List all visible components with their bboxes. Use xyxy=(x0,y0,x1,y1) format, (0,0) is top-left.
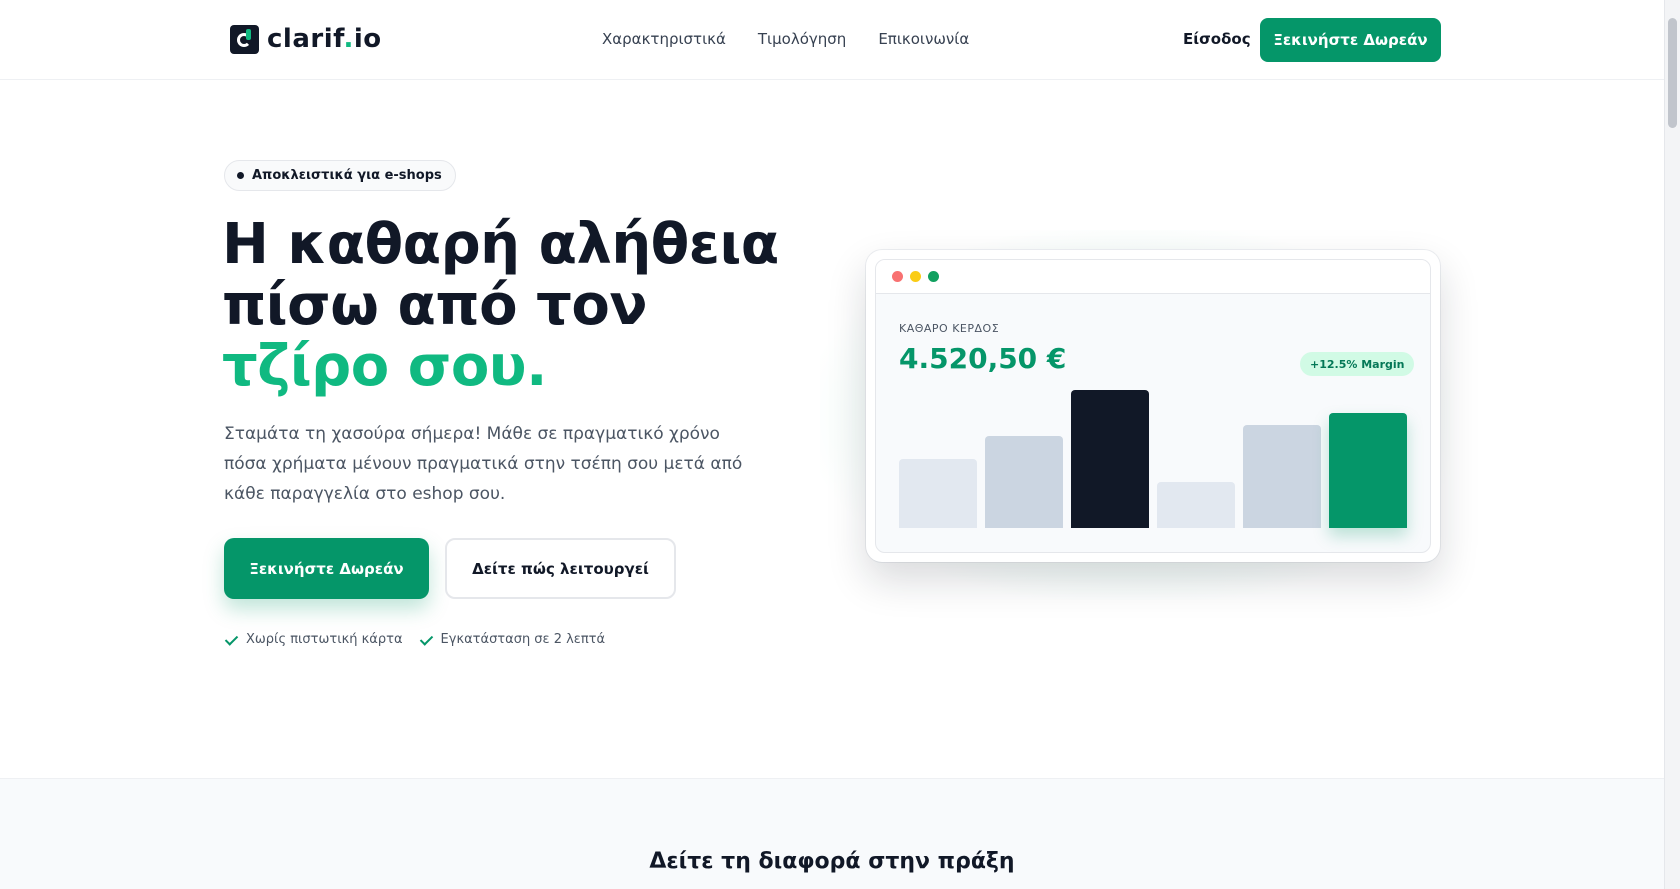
header-start-free-button[interactable]: Ξεκινήστε Δωρεάν xyxy=(1260,18,1441,62)
hero-title-line-2: πίσω από τον xyxy=(222,273,648,338)
window-minimize-dot-icon xyxy=(910,271,921,282)
nav-link-features[interactable]: Χαρακτηριστικά xyxy=(602,30,726,48)
hero-title-highlight: τζίρο σου. xyxy=(222,334,547,399)
page-scrollbar[interactable] xyxy=(1664,0,1680,889)
nav-link-contact[interactable]: Επικοινωνία xyxy=(878,30,969,48)
dashboard-preview-card: ΚΑΘΑΡΟ ΚΕΡΔΟΣ 4.520,50 € +12.5% Margin xyxy=(866,250,1440,562)
metric-label: ΚΑΘΑΡΟ ΚΕΡΔΟΣ xyxy=(899,322,1000,335)
scrollbar-thumb[interactable] xyxy=(1668,18,1677,128)
logo-text: clarif.io xyxy=(267,24,382,54)
hero-subtitle: Σταμάτα τη χασούρα σήμερα! Μάθε σε πραγμ… xyxy=(224,424,743,504)
metric-value: 4.520,50 € xyxy=(899,342,1067,375)
hero-title-line-1: Η καθαρή αλήθεια xyxy=(222,212,779,277)
hero-title: Η καθαρή αλήθεια πίσω από τον τζίρο σου. xyxy=(222,214,822,397)
dashboard-window: ΚΑΘΑΡΟ ΚΕΡΔΟΣ 4.520,50 € +12.5% Margin xyxy=(875,259,1431,553)
hero-start-free-button[interactable]: Ξεκινήστε Δωρεάν xyxy=(224,538,429,599)
check-icon xyxy=(226,635,240,645)
site-header: clarif.io Χαρακτηριστικά Τιμολόγηση Επικ… xyxy=(0,0,1664,80)
main-nav: Χαρακτηριστικά Τιμολόγηση Επικοινωνία xyxy=(602,30,969,48)
how-it-works-button[interactable]: Δείτε πώς λειτουργεί xyxy=(445,538,676,599)
check-icon xyxy=(421,635,435,645)
perk-item: Εγκατάσταση σε 2 λεπτά xyxy=(421,632,606,647)
logo[interactable]: clarif.io xyxy=(230,24,382,54)
window-maximize-dot-icon xyxy=(928,271,939,282)
chart-bar xyxy=(985,436,1063,528)
chart-bar xyxy=(1071,390,1149,528)
nav-link-pricing[interactable]: Τιμολόγηση xyxy=(758,30,846,48)
login-link[interactable]: Είσοδος xyxy=(1183,30,1251,48)
profit-bar-chart xyxy=(899,390,1407,528)
perk-label: Χωρίς πιστωτική κάρτα xyxy=(246,632,403,647)
comparison-section: Δείτε τη διαφορά στην πράξη xyxy=(0,778,1664,889)
hero-badge-label: Αποκλειστικά για e-shops xyxy=(252,168,442,183)
page: clarif.io Χαρακτηριστικά Τιμολόγηση Επικ… xyxy=(0,0,1664,889)
perk-label: Εγκατάσταση σε 2 λεπτά xyxy=(440,632,606,647)
chart-bar xyxy=(1329,413,1407,528)
badge-dot-icon xyxy=(237,172,244,179)
chart-bar xyxy=(1157,482,1235,528)
perk-item: Χωρίς πιστωτική κάρτα xyxy=(226,632,403,647)
hero-perks: Χωρίς πιστωτική κάρτα Εγκατάσταση σε 2 λ… xyxy=(226,632,605,647)
window-close-dot-icon xyxy=(892,271,903,282)
logo-icon xyxy=(230,24,259,54)
chart-bar xyxy=(899,459,977,528)
window-titlebar xyxy=(876,260,1430,294)
comparison-section-title: Δείτε τη διαφορά στην πράξη xyxy=(649,849,1015,874)
hero-badge: Αποκλειστικά για e-shops xyxy=(224,160,456,191)
chart-bar xyxy=(1243,424,1321,528)
margin-badge: +12.5% Margin xyxy=(1300,352,1415,376)
